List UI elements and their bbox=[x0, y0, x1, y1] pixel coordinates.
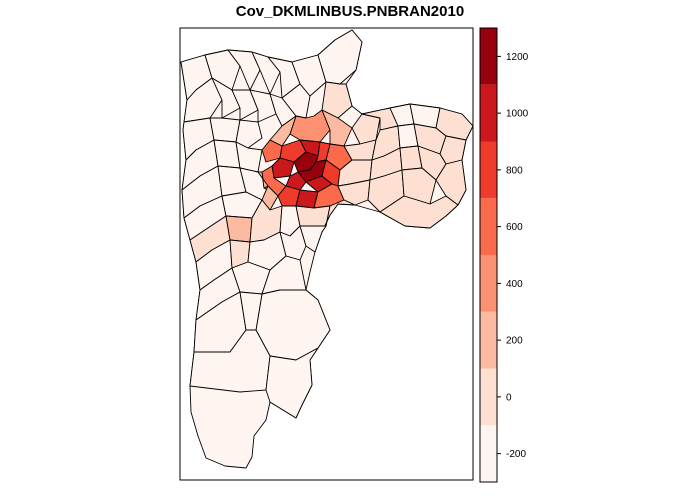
legend-tick-label: 400 bbox=[506, 279, 523, 290]
legend-bin bbox=[480, 368, 497, 426]
legend-bin bbox=[480, 28, 497, 85]
legend-tick-label: -200 bbox=[506, 449, 526, 460]
legend-ticks: 1200 1000 800 600 400 200 0 -200 bbox=[497, 52, 529, 460]
legend-bin bbox=[480, 198, 497, 255]
district bbox=[295, 205, 331, 227]
legend-bin bbox=[480, 425, 497, 482]
district bbox=[209, 117, 241, 143]
legend-tick-label: 1000 bbox=[506, 109, 529, 120]
legend-bin bbox=[480, 255, 497, 312]
legend-tick-label: 200 bbox=[506, 336, 523, 347]
district bbox=[317, 29, 363, 85]
legend-tick-label: 800 bbox=[506, 165, 523, 176]
legend-bin bbox=[480, 84, 497, 142]
legend-tick-label: 600 bbox=[506, 222, 523, 233]
legend-color-bar bbox=[479, 27, 498, 483]
legend-bin bbox=[480, 311, 497, 369]
district bbox=[225, 215, 253, 243]
legend-tick-label: 1200 bbox=[506, 52, 529, 63]
legend-tick-label: 0 bbox=[506, 392, 512, 403]
district bbox=[255, 289, 331, 361]
district-layer bbox=[180, 29, 474, 469]
legend-bin bbox=[480, 141, 497, 199]
choropleth-map: 1200 1000 800 600 400 200 0 -200 bbox=[179, 27, 529, 483]
